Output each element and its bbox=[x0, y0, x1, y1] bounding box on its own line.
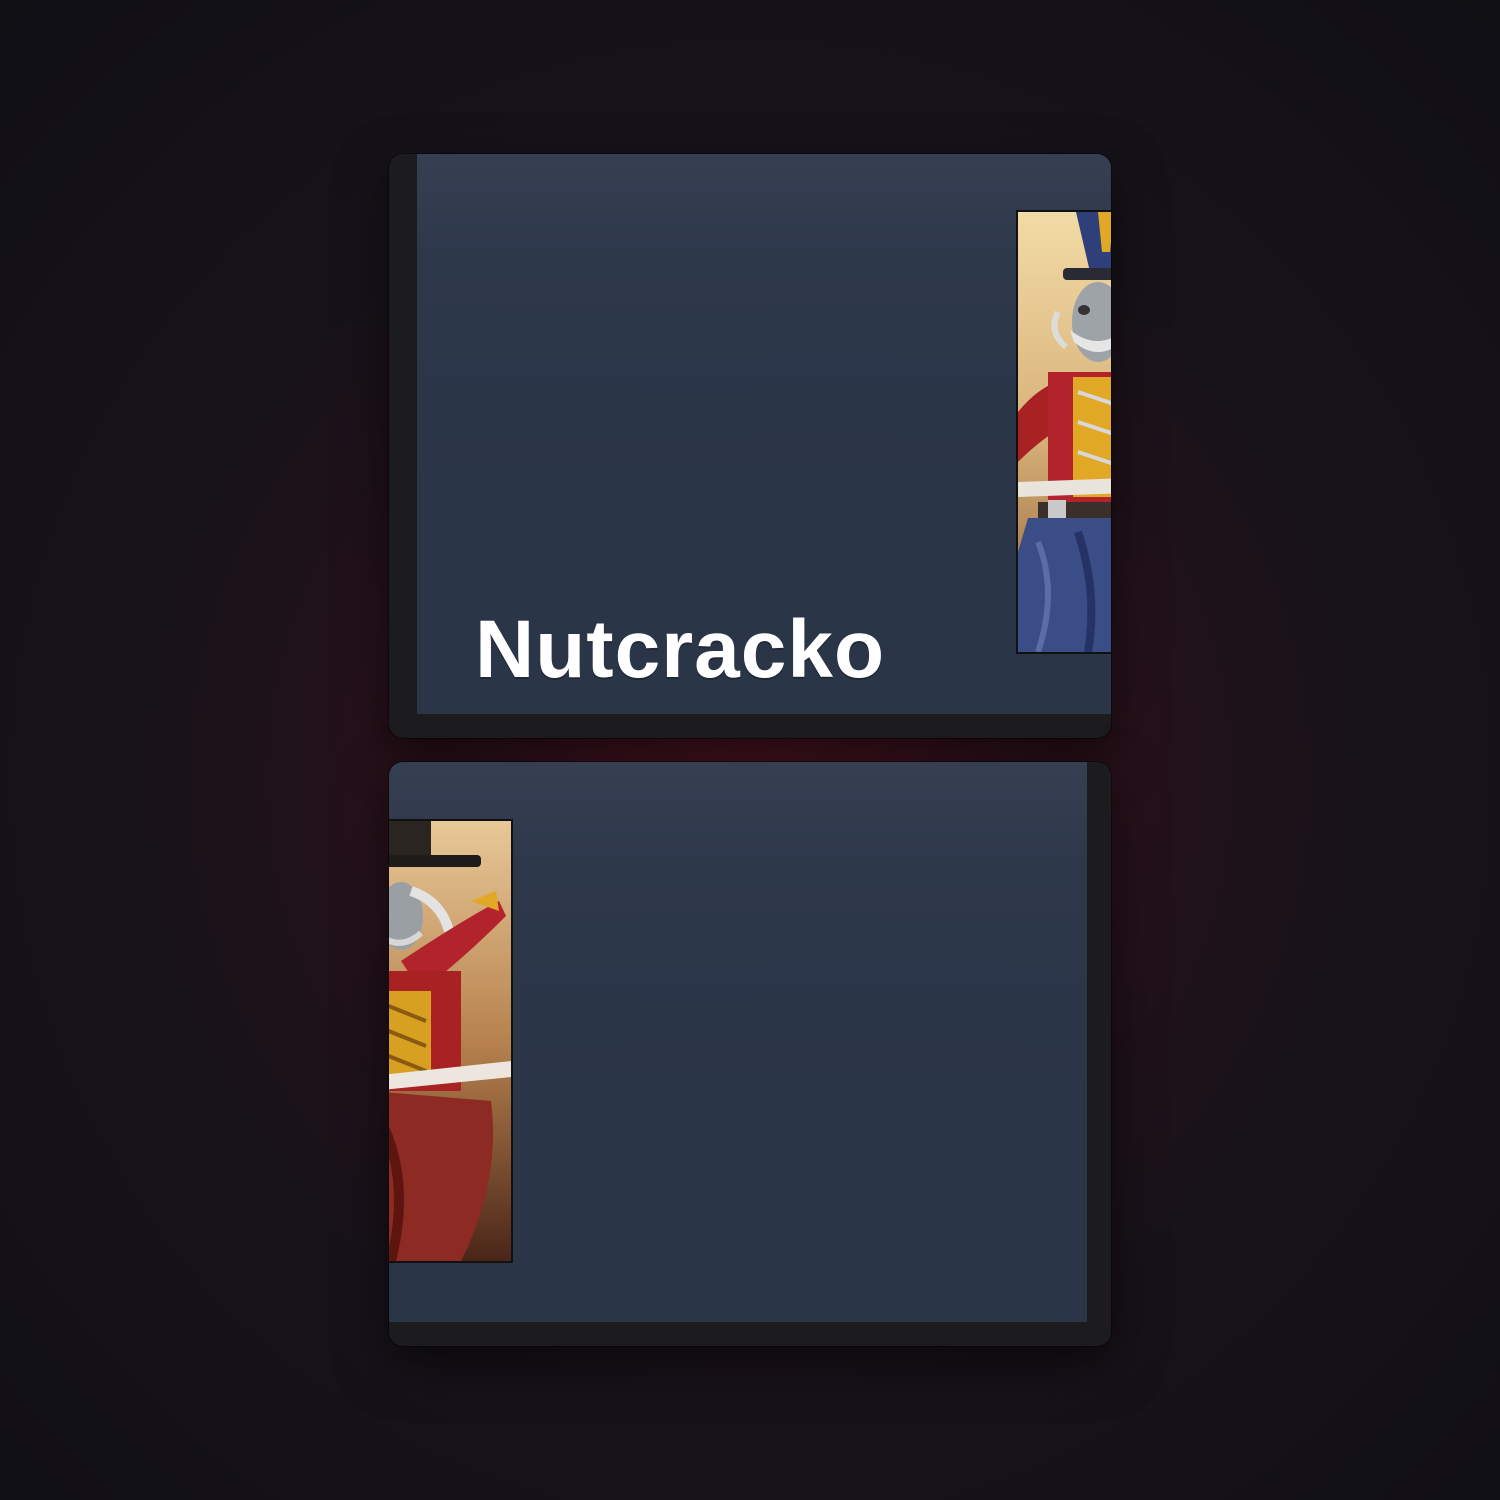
hero-portrait bbox=[1016, 210, 1111, 654]
nutcracker-portrait-icon bbox=[1018, 212, 1111, 652]
nutcracker-portrait-icon bbox=[389, 821, 511, 1261]
hero-card-back[interactable] bbox=[389, 762, 1111, 1346]
hero-name: Nutcracko bbox=[475, 604, 886, 695]
card-panel bbox=[389, 762, 1087, 1322]
hero-card-front[interactable]: Nutcracko bbox=[389, 154, 1111, 738]
hero-portrait bbox=[389, 819, 513, 1263]
card-panel: Nutcracko bbox=[417, 154, 1111, 714]
